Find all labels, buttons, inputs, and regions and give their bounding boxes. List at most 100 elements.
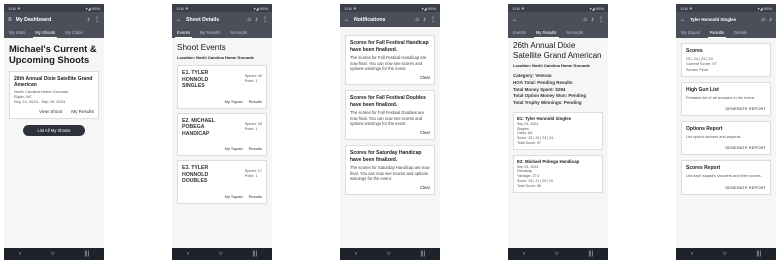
back-icon[interactable]: ‹ xyxy=(19,251,21,257)
generate-report-button[interactable]: GENERATE REPORT xyxy=(686,145,766,150)
app-bar: ← ⌂ ♪ ⋮ xyxy=(508,12,608,27)
back-icon[interactable]: ‹ xyxy=(355,251,357,257)
event-card: E1. TYLER HONNOLD SINGLES Speed: 49 Poin… xyxy=(177,65,267,109)
my-squad-link[interactable]: My Squad xyxy=(225,146,243,151)
tab-bar: My Squad Results Details xyxy=(676,27,776,38)
home-icon[interactable]: ⌂ xyxy=(583,17,587,23)
app-bar-title: Notifications xyxy=(354,16,386,23)
tab-my-shoots[interactable]: My Shoots xyxy=(33,27,58,38)
back-icon[interactable]: ‹ xyxy=(523,251,525,257)
my-squad-link[interactable]: My Squad xyxy=(225,99,243,104)
notification-card: Scores for Saturday Handicap have been f… xyxy=(345,145,435,196)
recents-icon[interactable]: ||| xyxy=(84,251,89,257)
recents-icon[interactable]: ||| xyxy=(588,251,593,257)
phone-event-results: 1:06 ▼ ▾◢ 96% ← Tyler Honnold Singles ⌂ … xyxy=(676,4,776,260)
scores-section: Scores 25 | 24 | 24 | 24 Current Score: … xyxy=(681,43,771,77)
phone-my-results: 1:06 ▼ ▾◢ 96% ← ⌂ ♪ ⋮ Events My Results … xyxy=(508,4,608,260)
tab-bar: My Stats My Shoots My Clubs xyxy=(4,27,104,38)
notifications-icon[interactable]: ♪ xyxy=(255,17,258,23)
event-result-card[interactable]: E1: Tyler Honnold Singles Sep 24, 2024 S… xyxy=(513,111,603,150)
more-options-icon[interactable]: ⋮ xyxy=(94,17,100,23)
tab-my-results[interactable]: My Results xyxy=(533,27,559,38)
recents-icon[interactable]: ||| xyxy=(420,251,425,257)
tab-events[interactable]: Events xyxy=(175,27,192,38)
tab-results[interactable]: Results xyxy=(707,27,726,38)
notifications-icon[interactable]: ♪ xyxy=(769,17,772,23)
tab-my-stats[interactable]: My Stats xyxy=(7,27,27,38)
notification-body: The scores for Fall Festival Doubles are… xyxy=(350,110,425,127)
recents-icon[interactable]: ||| xyxy=(252,251,257,257)
notifications-icon[interactable]: ♪ xyxy=(87,17,90,23)
report-card: Options Report List option winners and p… xyxy=(681,121,771,156)
tab-details[interactable]: Details xyxy=(732,27,749,38)
back-arrow-icon[interactable]: ← xyxy=(344,17,350,23)
home-icon[interactable]: ○ xyxy=(387,251,391,257)
home-icon[interactable]: ⌂ xyxy=(761,17,765,23)
home-icon[interactable]: ○ xyxy=(723,251,727,257)
report-title: High Gun List xyxy=(686,86,719,93)
my-results-button[interactable]: My Results xyxy=(71,109,94,114)
generate-report-button[interactable]: GENERATE REPORT xyxy=(686,106,766,111)
status-time: 1:06 ▼ xyxy=(512,5,525,11)
results-link[interactable]: Results xyxy=(249,146,262,151)
home-icon[interactable]: ⌂ xyxy=(415,17,419,23)
home-icon[interactable]: ○ xyxy=(219,251,223,257)
back-arrow-icon[interactable]: ← xyxy=(176,17,182,23)
recents-icon[interactable]: ||| xyxy=(756,251,761,257)
system-nav-bar: ‹ ○ ||| xyxy=(508,248,608,260)
main-content: Scores 25 | 24 | 24 | 24 Current Score: … xyxy=(676,38,776,248)
clear-button[interactable]: Clear xyxy=(350,185,430,190)
total-trophy-winnings: Total Trophy Winnings: Pending xyxy=(513,100,582,106)
system-nav-bar: ‹ ○ ||| xyxy=(676,248,776,260)
total-money-spent: Total Money Spent: $284 xyxy=(513,86,566,92)
page-heading: Michael's Current & Upcoming Shoots xyxy=(9,43,97,66)
app-bar: ≡ My Dashboard ♪ ⋮ xyxy=(4,12,104,27)
clear-button[interactable]: Clear xyxy=(350,130,430,135)
home-icon[interactable]: ○ xyxy=(555,251,559,257)
view-shoot-button[interactable]: View Shoot xyxy=(39,109,62,114)
more-options-icon[interactable]: ⋮ xyxy=(598,17,604,23)
scores-title: Scores xyxy=(686,48,703,54)
status-bar: 1:06 ▼ ▾◢ 96% xyxy=(508,4,608,12)
report-description: List option winners and payouts. xyxy=(686,134,742,140)
event-result-total: Total Score: 97 xyxy=(517,141,541,146)
event-result-card[interactable]: E2: Michael Pobega Handicap Sep 24, 2024… xyxy=(513,154,603,193)
results-link[interactable]: Results xyxy=(249,99,262,104)
more-options-icon[interactable]: ⋮ xyxy=(430,17,436,23)
event-result-total: Total Score: 86 xyxy=(517,183,541,188)
tab-events[interactable]: Events xyxy=(511,27,528,38)
scores-final: Scores Final xyxy=(686,66,708,72)
tab-my-clubs[interactable]: My Clubs xyxy=(63,27,84,38)
notification-body: The scores for Saturday Handicap are now… xyxy=(350,165,430,182)
list-all-shoots-button[interactable]: List All My Shoots xyxy=(23,124,85,136)
home-icon[interactable]: ○ xyxy=(51,251,55,257)
more-options-icon[interactable]: ⋮ xyxy=(262,17,268,23)
total-option-money-won: Total Option Money Won: Pending xyxy=(513,93,587,99)
notifications-icon[interactable]: ♪ xyxy=(423,17,426,23)
event-card: E2. MICHAEL POBEGA HANDICAP Speed: 26 Po… xyxy=(177,112,267,156)
shoot-title: 26th Annual Dixie Satellite Grand Americ… xyxy=(14,76,93,89)
screens-row: 1:06 ▼ ▾◢ 96% ≡ My Dashboard ♪ ⋮ My Stat… xyxy=(0,0,777,260)
clear-button[interactable]: Clear xyxy=(350,75,430,80)
main-content: Michael's Current & Upcoming Shoots 26th… xyxy=(4,38,104,248)
results-link[interactable]: Results xyxy=(249,194,262,199)
page-heading: Shoot Events xyxy=(177,43,226,52)
notifications-icon[interactable]: ♪ xyxy=(591,17,594,23)
back-arrow-icon[interactable]: ← xyxy=(512,17,518,23)
tab-my-results[interactable]: My Results xyxy=(198,27,223,38)
my-squad-link[interactable]: My Squad xyxy=(225,194,243,199)
back-icon[interactable]: ‹ xyxy=(187,251,189,257)
tab-my-squad[interactable]: My Squad xyxy=(679,27,702,38)
tab-receipts[interactable]: Receipts xyxy=(565,27,585,38)
shoot-card: 26th Annual Dixie Satellite Grand Americ… xyxy=(9,71,99,119)
event-point: Point: 1 xyxy=(244,79,258,84)
back-arrow-icon[interactable]: ← xyxy=(680,17,686,23)
back-icon[interactable]: ‹ xyxy=(691,251,693,257)
home-icon[interactable]: ⌂ xyxy=(247,17,251,23)
status-icons: ▾◢ 96% xyxy=(589,5,604,11)
generate-report-button[interactable]: GENERATE REPORT xyxy=(686,185,766,190)
tab-receipts[interactable]: Receipts xyxy=(229,27,249,38)
status-bar: 1:06 ▼ ▾◢ 96% xyxy=(4,4,104,12)
hamburger-menu-icon[interactable]: ≡ xyxy=(8,17,12,23)
notification-body: The scores for Fall Festival Handicap ar… xyxy=(350,55,427,72)
